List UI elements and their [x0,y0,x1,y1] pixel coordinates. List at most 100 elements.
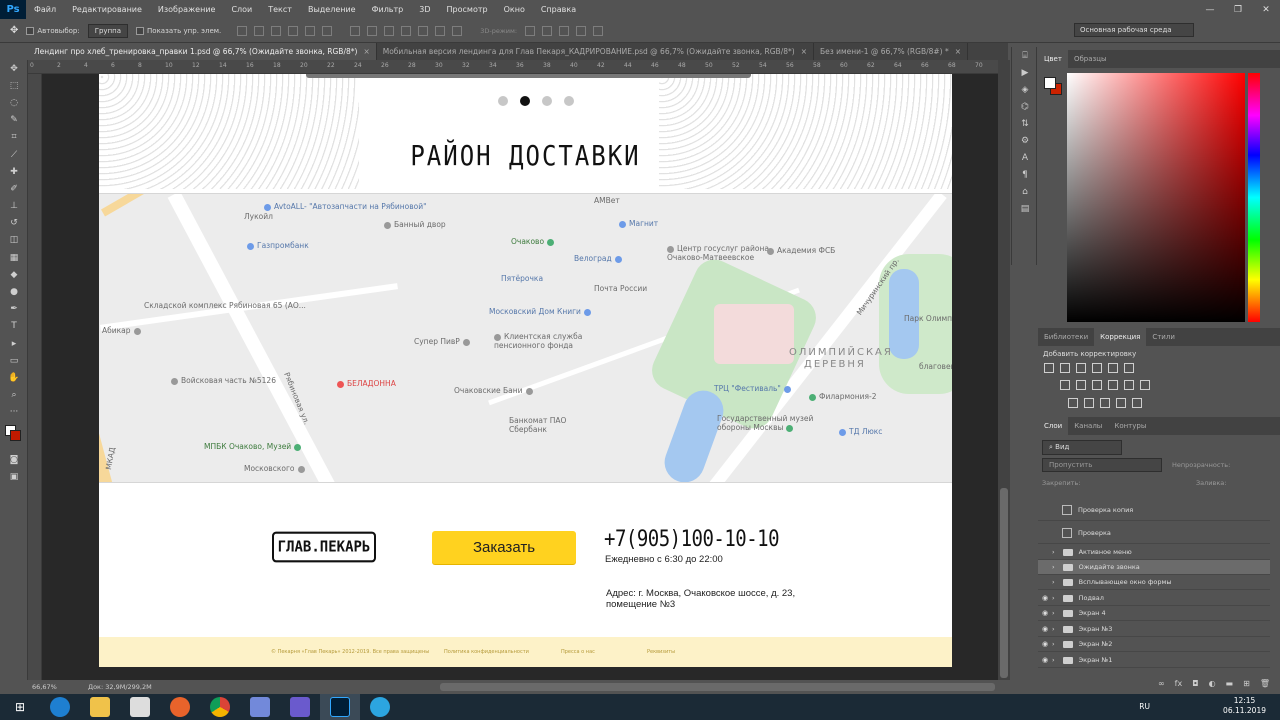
tab-adjustments[interactable]: Коррекция [1094,328,1147,346]
align-vcenter-icon[interactable] [254,25,265,36]
color-balance-icon[interactable] [1076,380,1086,390]
actions-icon[interactable]: ▶ [1012,64,1038,81]
threshold-icon[interactable] [1100,398,1110,408]
distribute-bottom-icon[interactable] [384,25,395,36]
tab-channels[interactable]: Каналы [1068,417,1108,435]
layer-filter-dropdown[interactable]: ⌕ Вид [1042,440,1122,455]
gradient-map-icon[interactable] [1124,363,1134,373]
adjustment-layer-icon[interactable]: ◐ [1209,679,1216,688]
lasso-tool-icon[interactable]: ◌ [0,94,28,111]
align-hcenter-icon[interactable] [305,25,316,36]
layer-row-selected[interactable]: › Ожидайте звонка [1038,560,1270,575]
distribute-right-icon[interactable] [435,25,446,36]
align-left-icon[interactable] [288,25,299,36]
show-controls-checkbox[interactable]: Показать упр. элем. [136,26,221,35]
color-picker-field[interactable] [1067,73,1245,322]
gradient-tool-icon[interactable]: ▦ [0,249,28,266]
autoselect-checkbox[interactable]: Автовыбор: [26,26,80,35]
vertical-scroll-thumb[interactable] [1000,488,1008,678]
3d-icon[interactable]: ◈ [1012,81,1038,98]
brush-tool-icon[interactable]: ✐ [0,180,28,197]
eye-icon[interactable]: ◉ [1038,594,1052,602]
taskbar-telegram[interactable] [360,694,400,720]
delete-layer-icon[interactable]: 🗑 [1260,679,1270,688]
glyphs-icon[interactable]: ▤ [1012,200,1038,217]
distribute-vcenter-icon[interactable] [367,25,378,36]
more-tools-icon[interactable]: ··· [0,404,28,421]
menu-window[interactable]: Окно [496,5,533,14]
color-lookup-icon[interactable] [1140,380,1150,390]
footer-requisites-link[interactable]: Реквизиты [647,649,675,655]
layer-comps-icon[interactable]: ⌬ [1012,98,1038,115]
pen-tool-icon[interactable]: ✒ [0,301,28,318]
invert-icon[interactable] [1068,398,1078,408]
vibrance-icon[interactable] [1108,363,1118,373]
new-layer-icon[interactable]: ⊞ [1243,679,1250,688]
order-button[interactable]: Заказать [432,531,576,564]
language-indicator[interactable]: RU [1139,702,1150,711]
footer-press-link[interactable]: Пресса о нас [561,649,595,655]
taskbar-photoshop[interactable] [320,694,360,720]
slider-dot-3[interactable] [542,96,552,106]
expand-arrow-icon[interactable]: › [1052,548,1055,556]
screen-mode-icon[interactable]: ▣ [0,468,28,485]
layer-row[interactable]: › Всплывающее окно формы [1038,575,1270,590]
taskbar-media[interactable] [120,694,160,720]
history-icon[interactable]: ⌸ [1012,47,1038,64]
autoselect-dropdown[interactable]: Группа [87,23,129,38]
quick-mask-icon[interactable]: ◙ [0,451,28,468]
close-icon[interactable]: × [363,47,369,56]
path-select-icon[interactable]: ▸ [0,335,28,352]
phone-number[interactable]: +7(905)100-10-10 [604,526,780,551]
color-swatches-icon[interactable] [0,421,28,451]
dodge-tool-icon[interactable]: ● [0,283,28,300]
menu-image[interactable]: Изображение [150,5,224,14]
menu-file[interactable]: Файл [26,5,64,14]
expand-arrow-icon[interactable]: › [1052,578,1055,586]
distribute-top-icon[interactable] [350,25,361,36]
3d-roll-icon[interactable] [542,25,553,36]
marquee-tool-icon[interactable]: ⬚ [0,77,28,94]
system-clock[interactable]: 12:15 06.11.2019 [1223,696,1266,716]
black-white-icon[interactable] [1092,380,1102,390]
brand-logo[interactable]: ГЛАВ.ПЕКАРЬ [272,531,376,563]
photo-filter-icon[interactable] [1108,380,1118,390]
history-brush-icon[interactable]: ↺ [0,215,28,232]
layer-row[interactable]: ◉ › Подвал [1038,591,1270,606]
taskbar-firefox[interactable] [160,694,200,720]
move-tool-icon[interactable]: ✥ [10,25,18,36]
foreground-color-swatch[interactable] [1044,77,1056,89]
tab-paths[interactable]: Контуры [1108,417,1152,435]
restore-icon[interactable]: ❐ [1224,0,1252,19]
link-layers-icon[interactable]: ∞ [1158,679,1165,688]
type-tool-icon[interactable]: T [0,318,28,335]
slider-dot-4[interactable] [564,96,574,106]
menu-help[interactable]: Справка [533,5,584,14]
close-icon[interactable]: × [955,47,961,56]
eye-icon[interactable]: ◉ [1038,609,1052,617]
tab-landing[interactable]: Лендинг про хлеб_тренировка_правки 1.psd… [28,43,377,60]
eye-icon[interactable]: ◉ [1038,640,1052,648]
gradient-fill-icon[interactable] [1132,398,1142,408]
blur-tool-icon[interactable]: ◆ [0,266,28,283]
auto-align-icon[interactable] [452,25,463,36]
3d-pan-icon[interactable] [559,25,570,36]
move-tool-icon[interactable]: ✥ [0,60,28,77]
posterize-icon[interactable] [1084,398,1094,408]
tab-mobile[interactable]: Мобильная версия лендинга для Глав Пекар… [377,43,814,60]
distribute-left-icon[interactable] [401,25,412,36]
align-right-icon[interactable] [322,25,333,36]
3d-slide-icon[interactable] [576,25,587,36]
distribute-hcenter-icon[interactable] [418,25,429,36]
eye-icon[interactable]: ◉ [1038,625,1052,633]
brightness-icon[interactable] [1044,363,1054,373]
layer-row[interactable]: Проверка [1038,522,1270,544]
3d-scale-icon[interactable] [593,25,604,36]
expand-arrow-icon[interactable]: › [1052,609,1055,617]
zoom-level[interactable]: 66,67% [32,683,57,691]
expand-arrow-icon[interactable]: › [1052,563,1055,571]
quick-select-icon[interactable]: ✎ [0,112,28,129]
minimize-icon[interactable]: — [1196,0,1224,19]
properties-icon[interactable]: ⚙ [1012,132,1038,149]
layer-row[interactable]: ◉ › Экран №3 [1038,622,1270,637]
